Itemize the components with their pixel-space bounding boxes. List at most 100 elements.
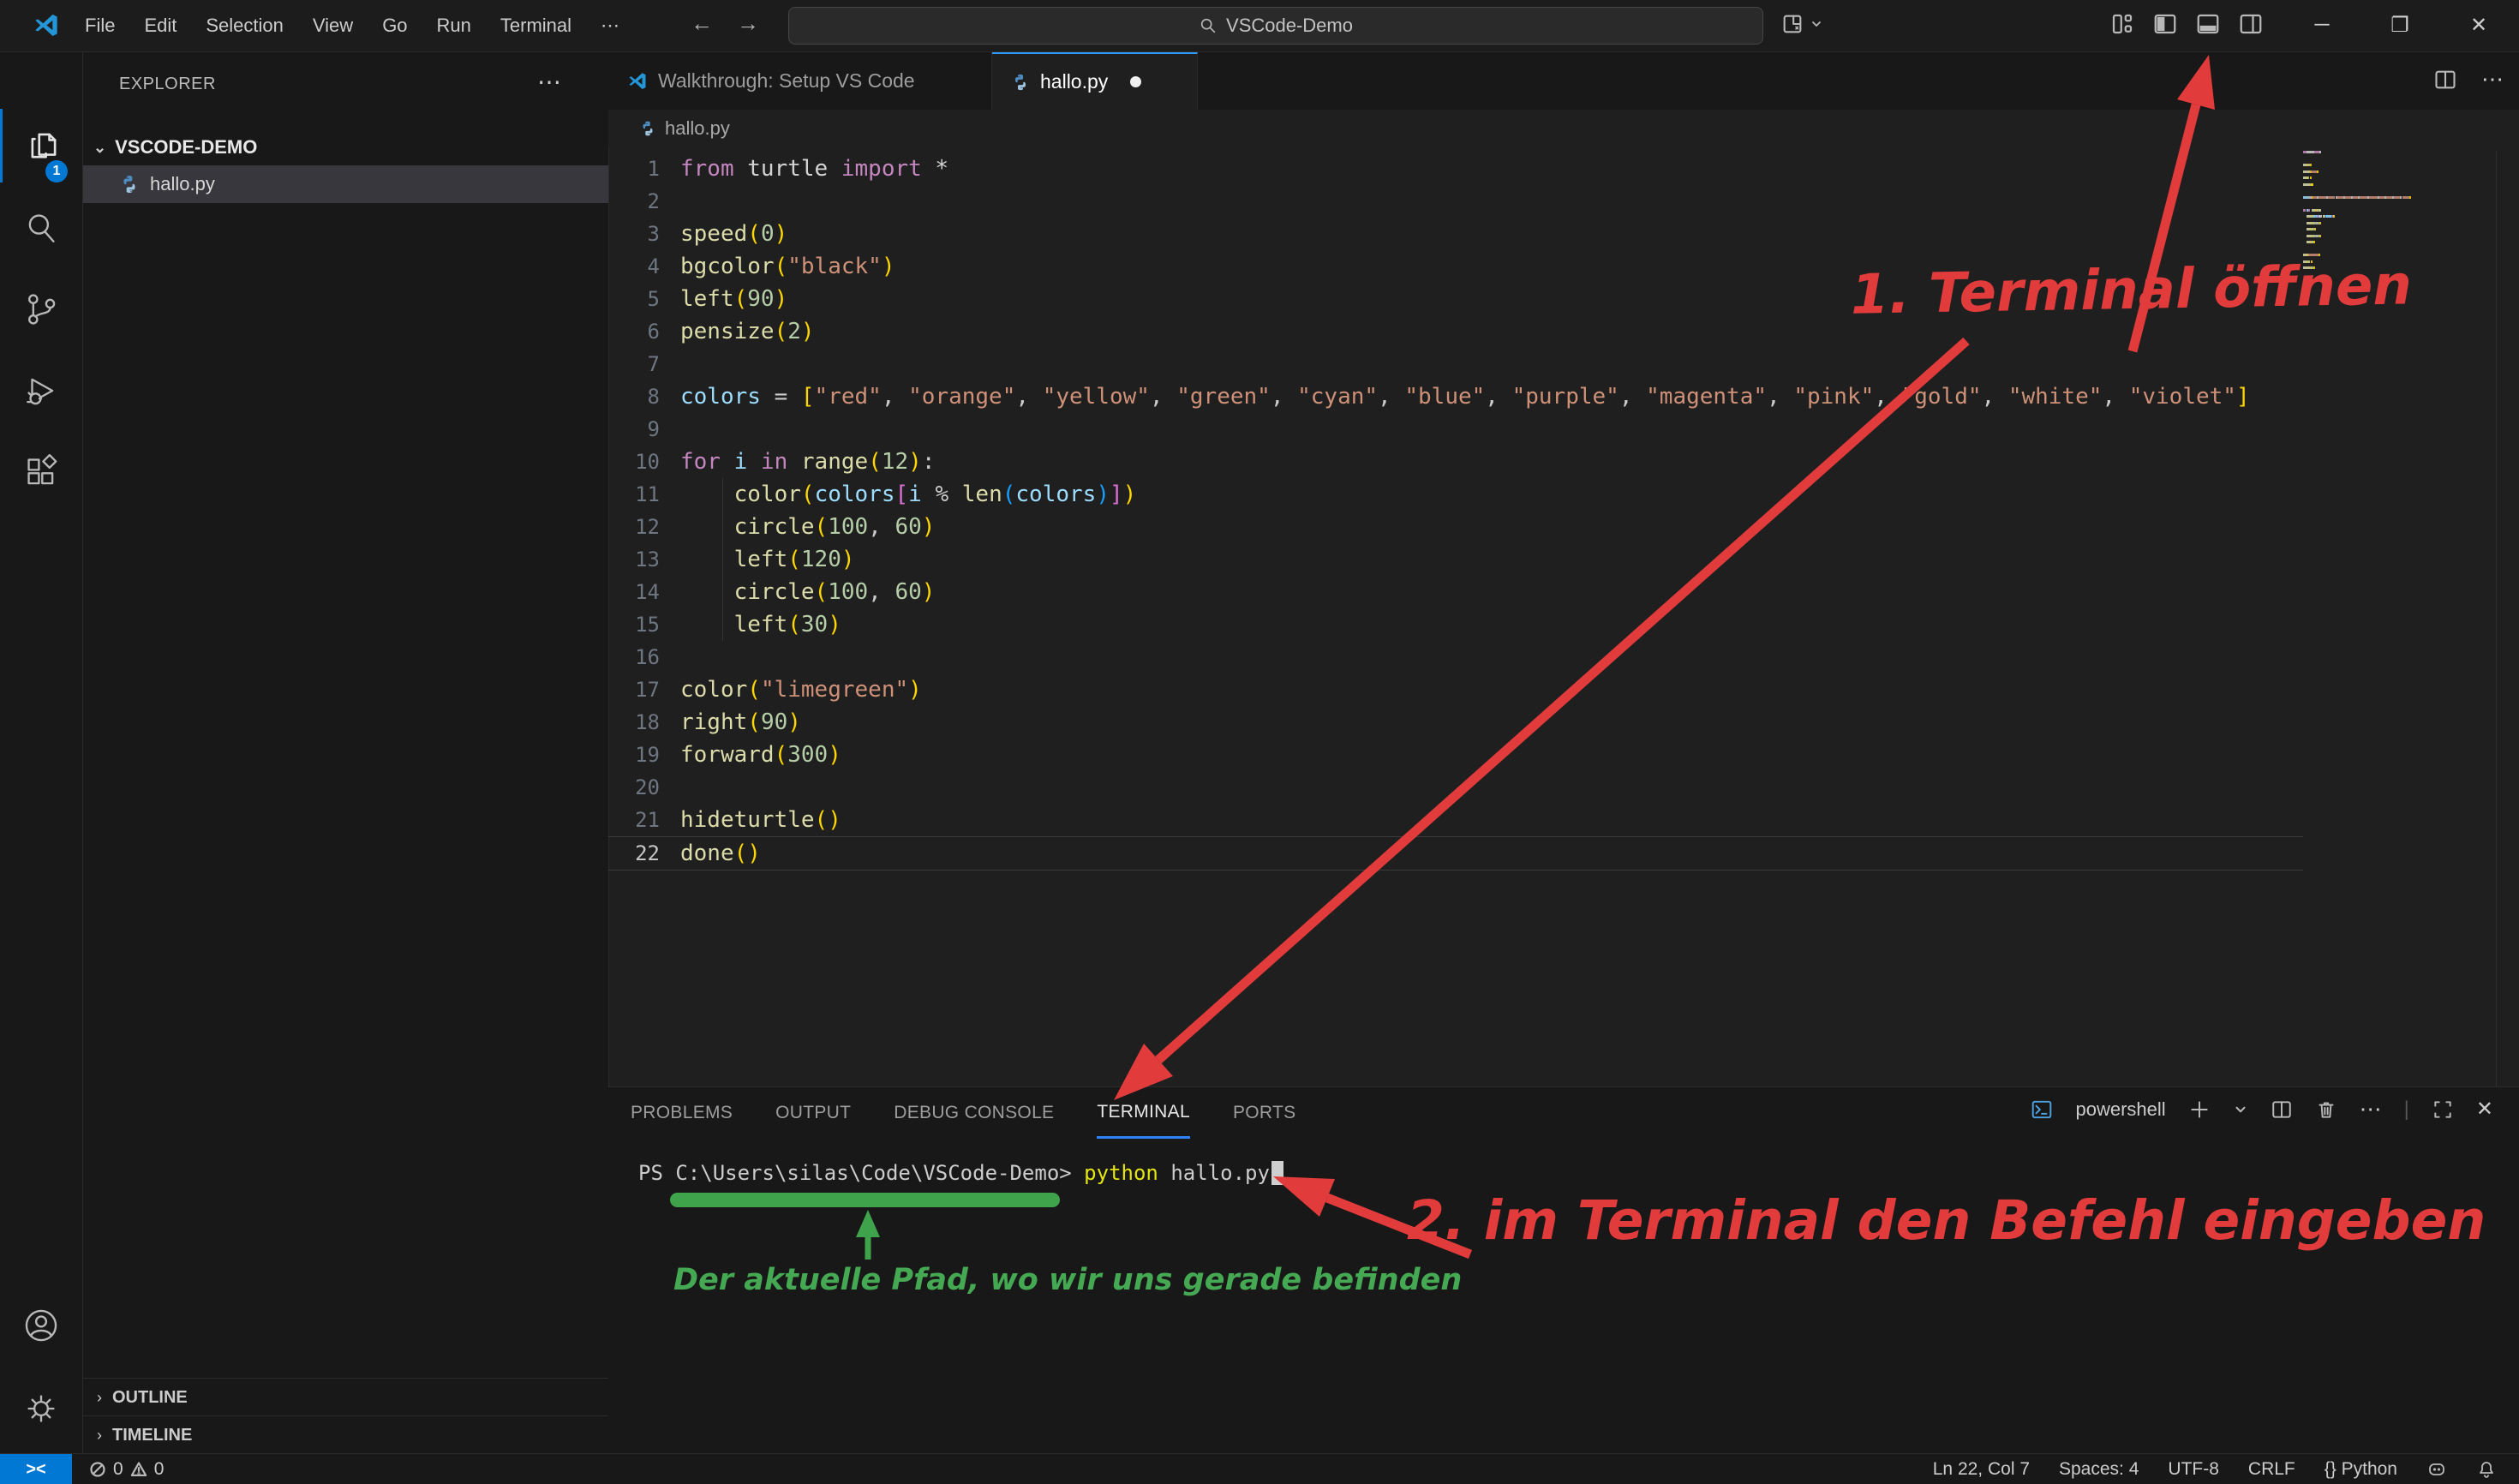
outline-section[interactable]: › OUTLINE xyxy=(83,1378,608,1416)
panel-tab-ports[interactable]: PORTS xyxy=(1233,1089,1295,1137)
git-branch-icon xyxy=(23,291,59,327)
code-line-9[interactable]: 9 xyxy=(608,413,2303,446)
explorer-more-icon[interactable]: ⋯ xyxy=(537,68,561,96)
activity-bar: 1 xyxy=(0,52,83,1453)
language-mode[interactable]: {} Python xyxy=(2325,1459,2397,1480)
menu-view[interactable]: View xyxy=(298,7,368,45)
shell-label[interactable]: powershell xyxy=(2075,1098,2165,1121)
file-row-hallo-py[interactable]: hallo.py xyxy=(83,165,608,203)
code-line-11[interactable]: 11 color(colors[i % len(colors)]) xyxy=(608,478,2303,511)
line-number: 13 xyxy=(608,548,660,571)
back-arrow-icon[interactable]: ← xyxy=(691,10,713,37)
tab-label: Walkthrough: Setup VS Code xyxy=(658,69,915,93)
more-actions-icon[interactable]: ⋯ xyxy=(2360,1096,2382,1122)
close-button[interactable]: ✕ xyxy=(2442,0,2516,50)
customize-layout-button[interactable] xyxy=(1780,12,1823,36)
folder-row-vscode-demo[interactable]: ⌄ VSCODE-DEMO xyxy=(83,129,608,165)
code-line-19[interactable]: 19forward(300) xyxy=(608,739,2303,771)
kill-terminal-icon[interactable] xyxy=(2315,1098,2337,1121)
maximize-panel-icon[interactable] xyxy=(2432,1098,2454,1121)
eol-sequence[interactable]: CRLF xyxy=(2248,1459,2295,1480)
timeline-section[interactable]: › TIMELINE xyxy=(83,1415,608,1454)
settings-button[interactable] xyxy=(0,1372,82,1445)
panel-tab-output[interactable]: OUTPUT xyxy=(775,1089,851,1137)
menu-go[interactable]: Go xyxy=(368,7,422,45)
run-debug-activity-button[interactable] xyxy=(0,354,82,428)
code-line-12[interactable]: 12 circle(100, 60) xyxy=(608,511,2303,543)
cursor-position[interactable]: Ln 22, Col 7 xyxy=(1933,1459,2030,1480)
toggle-secondary-sidebar-icon[interactable] xyxy=(2238,11,2264,37)
forward-arrow-icon[interactable]: → xyxy=(737,10,759,37)
copilot-icon[interactable] xyxy=(2426,1459,2447,1480)
minimap-mark xyxy=(2311,171,2318,173)
close-panel-icon[interactable]: ✕ xyxy=(2476,1097,2493,1122)
code-line-1[interactable]: 1from turtle import * xyxy=(608,153,2303,185)
minimap-mark xyxy=(2333,215,2335,218)
encoding[interactable]: UTF-8 xyxy=(2168,1459,2219,1480)
unsaved-dot-icon[interactable] xyxy=(1130,76,1141,87)
toggle-sidebar-icon[interactable] xyxy=(2152,11,2178,37)
menu-file[interactable]: File xyxy=(70,7,129,45)
code-line-3[interactable]: 3speed(0) xyxy=(608,218,2303,250)
code-text: speed(0) xyxy=(660,221,787,247)
code-line-22[interactable]: 22done() xyxy=(608,836,2303,871)
source-control-activity-button[interactable] xyxy=(0,272,82,346)
command-center-search[interactable]: VSCode-Demo xyxy=(788,7,1763,45)
explorer-activity-button[interactable]: 1 xyxy=(0,109,85,183)
code-line-17[interactable]: 17color("limegreen") xyxy=(608,673,2303,706)
editor-scrollbar[interactable] xyxy=(2496,151,2497,1086)
search-value: VSCode-Demo xyxy=(1226,15,1353,37)
code-line-2[interactable]: 2 xyxy=(608,185,2303,218)
menu-edit[interactable]: Edit xyxy=(129,7,191,45)
tab-walkthrough[interactable]: Walkthrough: Setup VS Code xyxy=(608,52,992,110)
split-terminal-icon[interactable] xyxy=(2271,1098,2293,1121)
accounts-button[interactable] xyxy=(0,1289,82,1362)
code-line-15[interactable]: 15 left(30) xyxy=(608,608,2303,641)
minimap-mark xyxy=(2303,209,2306,212)
new-terminal-icon[interactable] xyxy=(2188,1098,2211,1121)
chevron-down-icon[interactable] xyxy=(2233,1102,2248,1117)
code-line-10[interactable]: 10for i in range(12): xyxy=(608,446,2303,478)
tab-hallo-py[interactable]: hallo.py xyxy=(992,52,1198,110)
remote-indicator[interactable]: >< xyxy=(0,1454,72,1484)
indent-guide xyxy=(722,478,723,641)
panel-tab-debug-console[interactable]: DEBUG CONSOLE xyxy=(894,1089,1054,1137)
breadcrumb[interactable]: hallo.py xyxy=(608,110,2519,147)
menu-[interactable]: ⋯ xyxy=(586,7,634,45)
extensions-icon xyxy=(23,454,59,490)
bell-icon[interactable] xyxy=(2476,1459,2497,1480)
line-number: 3 xyxy=(608,222,660,246)
code-line-16[interactable]: 16 xyxy=(608,641,2303,673)
code-line-8[interactable]: 8colors = ["red", "orange", "yellow", "g… xyxy=(608,380,2303,413)
minimize-button[interactable]: ─ xyxy=(2285,0,2359,50)
minimap-mark xyxy=(2303,183,2310,186)
panel-tab-problems[interactable]: PROBLEMS xyxy=(631,1089,733,1137)
chevron-right-icon: › xyxy=(97,1389,102,1407)
terminal-command-line[interactable]: PS C:\Users\silas\Code\VSCode-Demo> pyth… xyxy=(638,1161,1283,1185)
divider: | xyxy=(2404,1098,2409,1122)
minimap-mark xyxy=(2308,209,2310,212)
code-line-20[interactable]: 20 xyxy=(608,771,2303,804)
line-number: 1 xyxy=(608,157,660,181)
split-editor-icon[interactable] xyxy=(2433,68,2457,92)
code-line-18[interactable]: 18right(90) xyxy=(608,706,2303,739)
menu-run[interactable]: Run xyxy=(422,7,486,45)
menu-selection[interactable]: Selection xyxy=(191,7,298,45)
code-line-13[interactable]: 13 left(120) xyxy=(608,543,2303,576)
indentation[interactable]: Spaces: 4 xyxy=(2059,1459,2139,1480)
toggle-panel-icon[interactable] xyxy=(2195,11,2221,37)
code-line-21[interactable]: 21hideturtle() xyxy=(608,804,2303,836)
code-line-7[interactable]: 7 xyxy=(608,348,2303,380)
terminal-icon xyxy=(2031,1098,2053,1121)
search-activity-button[interactable] xyxy=(0,191,82,265)
code-line-14[interactable]: 14 circle(100, 60) xyxy=(608,576,2303,608)
problems-status[interactable]: 0 0 xyxy=(89,1454,164,1484)
more-actions-icon[interactable]: ⋯ xyxy=(2481,66,2504,93)
menu-terminal[interactable]: Terminal xyxy=(486,7,586,45)
restore-button[interactable]: ❐ xyxy=(2363,0,2437,50)
panel-tab-terminal[interactable]: TERMINAL xyxy=(1097,1088,1190,1139)
extensions-activity-button[interactable] xyxy=(0,435,82,509)
minimap-mark xyxy=(2369,196,2378,199)
customize-layout-icon[interactable] xyxy=(2109,11,2135,37)
code-text: colors = ["red", "orange", "yellow", "gr… xyxy=(660,384,2250,410)
